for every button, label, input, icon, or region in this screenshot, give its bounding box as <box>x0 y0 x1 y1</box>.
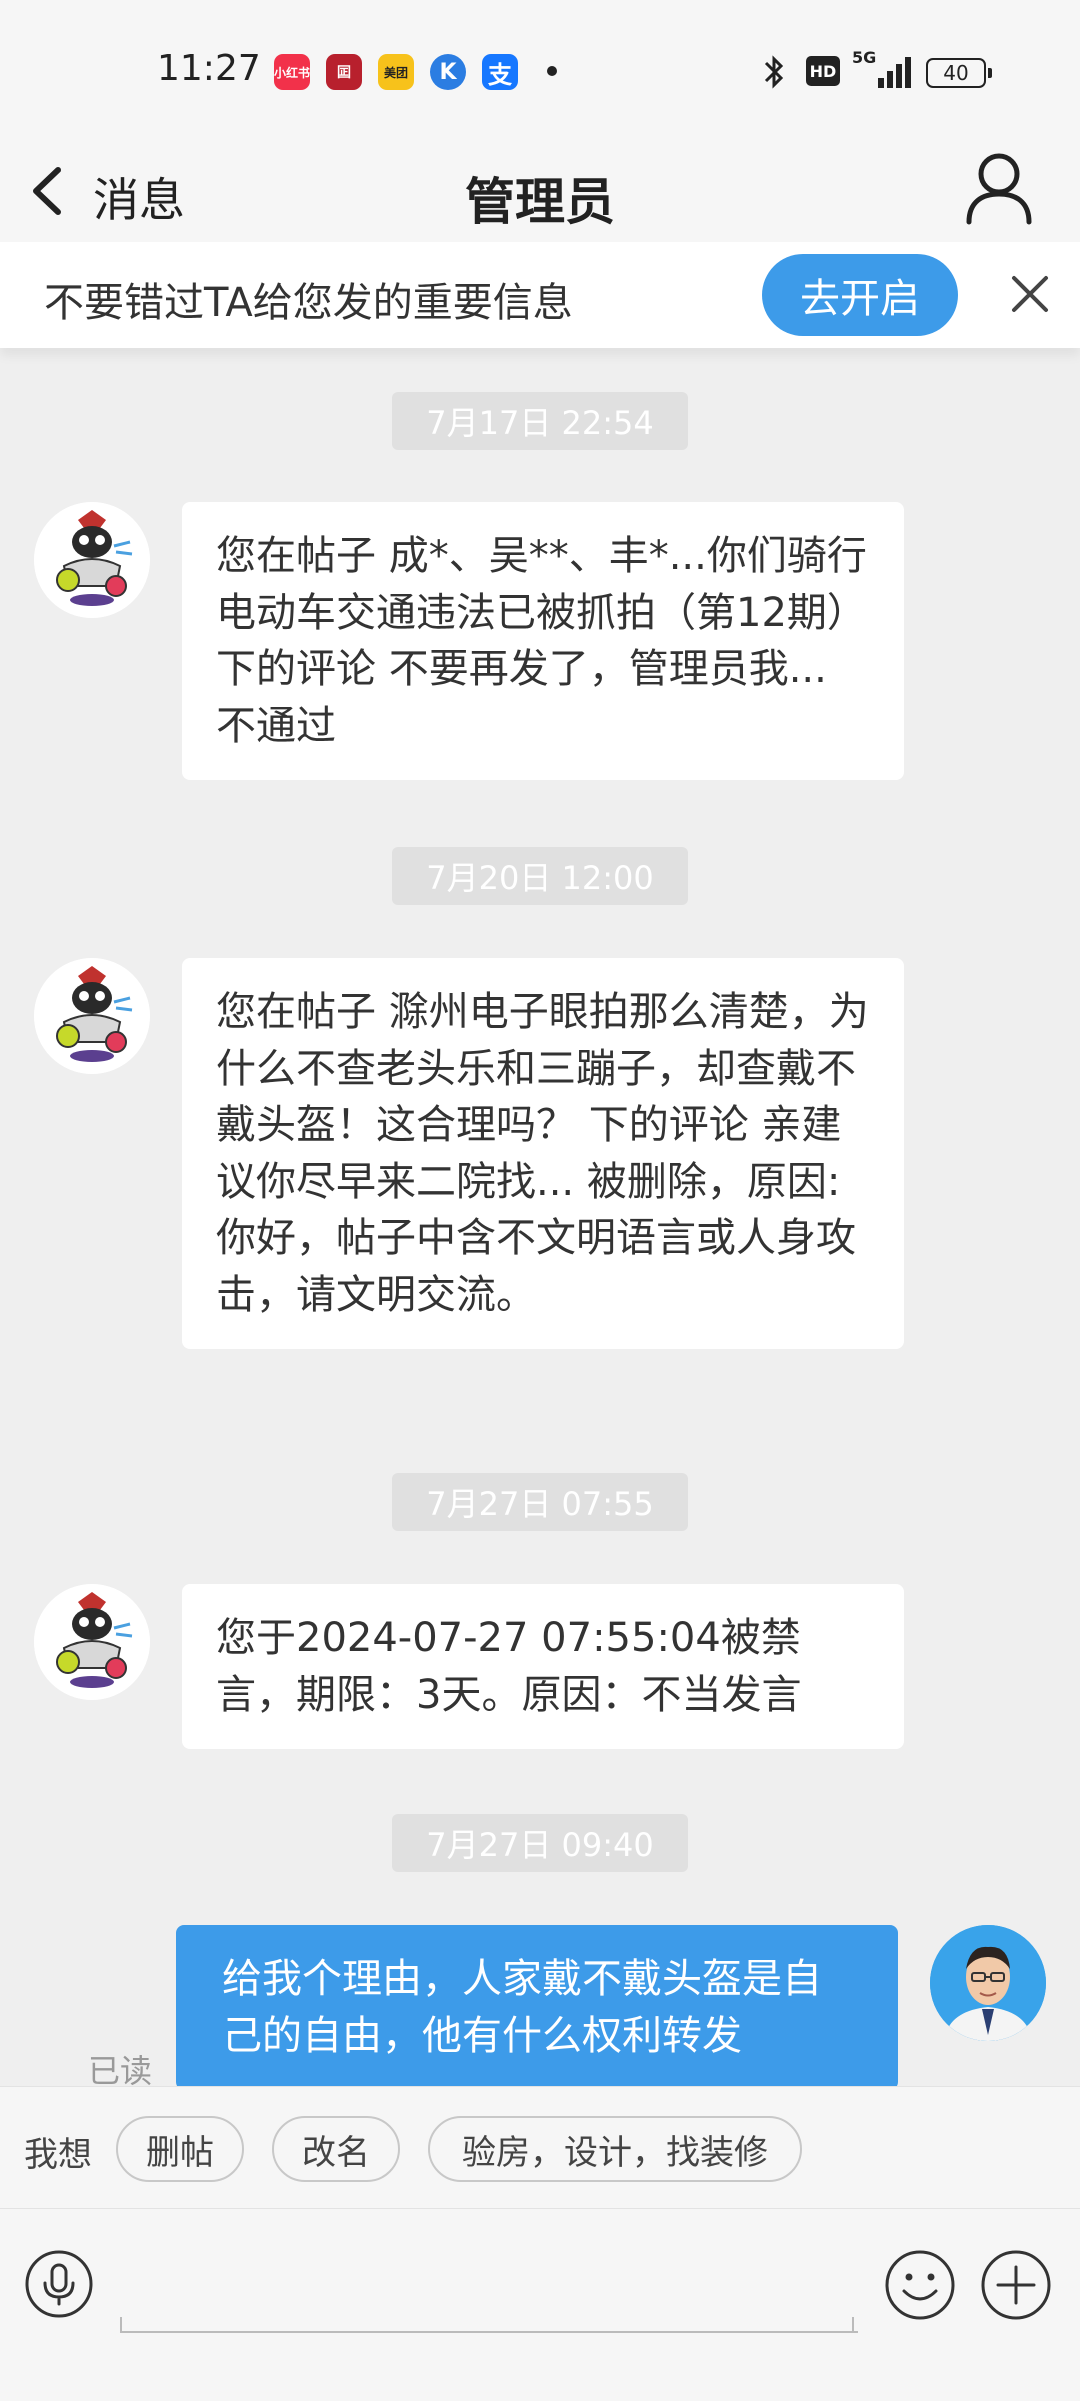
admin-avatar[interactable] <box>34 958 150 1074</box>
hd-icon: HD <box>806 56 840 86</box>
enable-notification-button[interactable]: 去开启 <box>762 254 958 336</box>
message-timestamp: 7月17日 22:54 <box>392 392 688 450</box>
input-underline-left <box>120 2317 122 2331</box>
back-label[interactable]: 消息 <box>93 164 185 230</box>
quick-reply-chip[interactable]: 删帖 <box>116 2116 244 2182</box>
input-bar <box>0 2208 1080 2401</box>
banner-text: 不要错过TA给您发的重要信息 <box>44 280 573 326</box>
notification-banner: 不要错过TA给您发的重要信息 去开启 <box>0 242 1080 348</box>
notification-dot <box>547 66 557 76</box>
status-time: 11:27 <box>157 48 261 89</box>
quick-reply-bar: 我想 删帖 改名 验房，设计，找装修 <box>0 2086 1080 2209</box>
message-timestamp: 7月20日 12:00 <box>392 847 688 905</box>
emoji-icon[interactable] <box>884 2249 956 2321</box>
message-timestamp: 7月27日 07:55 <box>392 1473 688 1531</box>
admin-message-bubble[interactable]: 您在帖子 滁州电子眼拍那么清楚，为什么不查老头乐和三蹦子，却查戴不戴头盔！这合理… <box>182 958 904 1349</box>
bank-icon: 囸 <box>326 54 362 90</box>
nav-bar: 消息 管理员 <box>0 140 1080 242</box>
quick-reply-chip[interactable]: 验房，设计，找装修 <box>428 2116 802 2182</box>
signal-icon <box>878 57 911 88</box>
xiaohongshu-icon: 小红书 <box>274 54 310 90</box>
message-timestamp: 7月27日 09:40 <box>392 1814 688 1872</box>
admin-avatar[interactable] <box>34 1584 150 1700</box>
meituan-icon: 美团 <box>378 54 414 90</box>
user-profile-icon[interactable] <box>964 150 1034 226</box>
my-avatar[interactable] <box>930 1925 1046 2041</box>
admin-message-bubble[interactable]: 您于2024-07-27 07:55:04被禁言，期限：3天。原因：不当发言 <box>182 1584 904 1749</box>
battery-icon: 40 <box>926 58 992 88</box>
admin-message-bubble[interactable]: 您在帖子 成*、吴**、丰*...你们骑行电动车交通违法已被抓拍（第12期） 下… <box>182 502 904 780</box>
read-status: 已读 <box>88 2052 153 2086</box>
close-icon[interactable] <box>1008 272 1052 316</box>
back-arrow-icon[interactable] <box>26 158 72 224</box>
quick-reply-label: 我想 <box>24 2135 92 2175</box>
input-underline-right <box>852 2317 854 2331</box>
my-message-bubble[interactable]: 给我个理由，人家戴不戴头盔是自己的自由，他有什么权利转发 <box>176 1925 898 2086</box>
plus-icon[interactable] <box>980 2249 1052 2321</box>
message-input[interactable] <box>120 2249 858 2333</box>
alipay-icon: 支 <box>482 54 518 90</box>
admin-avatar[interactable] <box>34 502 150 618</box>
k-app-icon: K <box>430 54 466 90</box>
microphone-icon[interactable] <box>24 2249 94 2319</box>
quick-reply-chip[interactable]: 改名 <box>272 2116 400 2182</box>
status-bar: 11:27 小红书 囸 美团 K 支 HD 5G 40 <box>0 0 1080 140</box>
chat-list[interactable]: 7月17日 22:54 您在帖子 成*、吴**、丰*...你们骑行电动车交通违法… <box>0 370 1080 2086</box>
bluetooth-icon <box>764 55 784 89</box>
